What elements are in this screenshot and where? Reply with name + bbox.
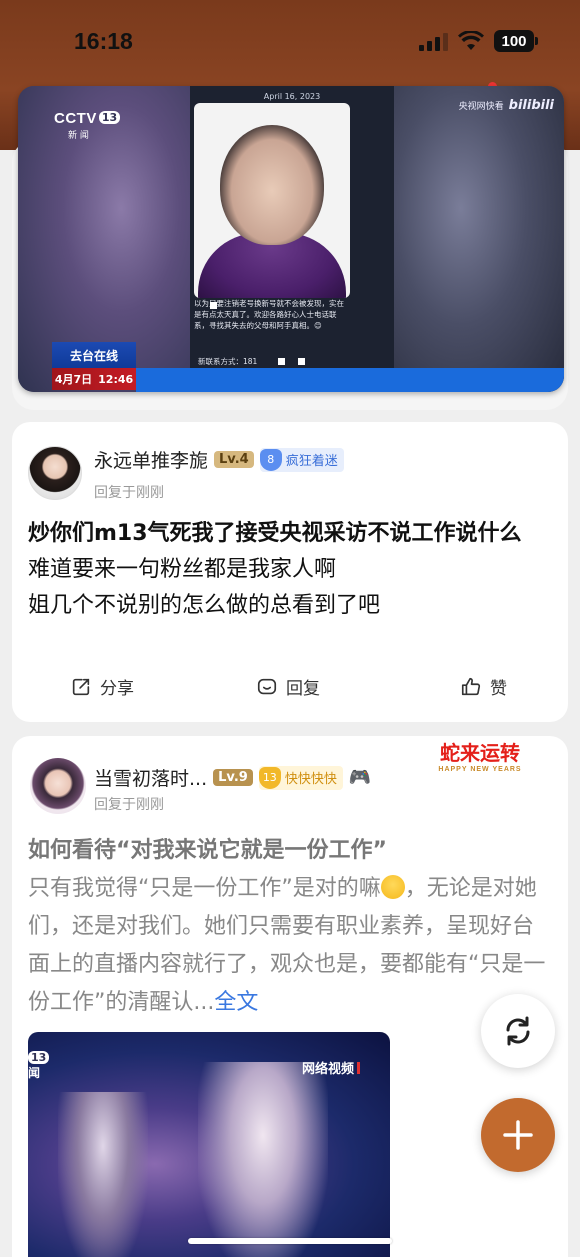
status-bar: 16:18 100 (0, 0, 580, 86)
like-label: 赞 (490, 679, 507, 699)
post-card: 当雪初落时... Lv.9 13 快快快快 🎮 回复于刚刚 蛇来运转 HAPPY… (12, 736, 568, 1257)
level-badge: Lv.4 (214, 451, 254, 468)
like-button[interactable]: 赞 (460, 674, 507, 699)
fan-title: 快快快快 (284, 772, 337, 787)
decoration-subtext: HAPPY NEW YEARS (438, 766, 522, 773)
post-title[interactable]: 如何看待“对我来说它就是一份工作” (28, 832, 387, 864)
comment-card: 永远单推李旎 Lv.4 8 疯狂着迷 回复于刚刚 炒你们m13气死我了接受央视采… (12, 422, 568, 722)
share-label: 分享 (100, 679, 134, 699)
top-video-player[interactable]: April 16, 2023 以为只要注销老号换新号就不会被发现，实在是有点太天… (18, 86, 564, 392)
video-phone-screenshot: April 16, 2023 以为只要注销老号换新号就不会被发现，实在是有点太天… (190, 86, 394, 368)
cctv-logo: CCTV 13 新 闻 (54, 108, 121, 141)
battery-indicator: 100 (494, 30, 538, 52)
plus-icon (503, 1120, 533, 1150)
video-source-label: 网络视频 (302, 1058, 360, 1077)
redaction-square (210, 302, 217, 309)
decoration-text: 蛇来运转 (440, 741, 520, 765)
broadcast-date: 4月7日 (54, 373, 93, 386)
post-body-text: 只有我觉得“只是一份工作”是对的嘛 (28, 876, 381, 901)
refresh-button[interactable] (481, 994, 555, 1068)
video-label: 网络视频 (301, 1062, 354, 1077)
fan-badge[interactable]: 8 疯狂着迷 (259, 447, 344, 472)
phone-contact: 新联系方式：181 (198, 357, 258, 366)
ticker-bar (136, 368, 564, 392)
comment-actions: 分享 回复 赞 (12, 674, 568, 706)
new-year-decoration: 蛇来运转 HAPPY NEW YEARS (428, 738, 532, 773)
portrait-head (220, 125, 324, 245)
post-user: 当雪初落时... Lv.9 13 快快快快 🎮 (94, 764, 371, 791)
cellular-signal-icon (419, 31, 448, 51)
source-label: 央视网快看 (458, 102, 504, 112)
reply-button[interactable]: 回复 (256, 674, 320, 699)
read-more-link[interactable]: 全文 (214, 990, 258, 1015)
broadcast-timestamp: 4月7日 12:46 (52, 368, 136, 390)
add-post-button[interactable] (481, 1098, 555, 1172)
share-icon (72, 678, 90, 695)
comment-line: 炒你们m13气死我了接受央视采访不说工作说什么 (28, 521, 522, 546)
comment-line: 姐几个不说别的怎么做的总看到了吧 (28, 593, 381, 618)
reply-label: 回复 (286, 679, 320, 699)
post-body[interactable]: 只有我觉得“只是一份工作”是对的嘛 ，无论是对她们，还是对我们。她们只需要有职业素… (28, 870, 548, 1022)
channel-name: CCTV (54, 110, 97, 127)
redaction-square (278, 358, 285, 365)
post-video-thumbnail[interactable]: 13 闻 网络视频 (28, 1032, 390, 1257)
phone-date: April 16, 2023 (263, 92, 321, 101)
broadcast-time: 12:46 (98, 372, 134, 386)
status-time: 16:18 (74, 28, 133, 54)
source-watermark: 央视网快看 bilibili (459, 98, 554, 113)
comment-user: 永远单推李旎 Lv.4 8 疯狂着迷 (94, 446, 344, 473)
reply-meta: 回复于刚刚 (94, 797, 164, 813)
blurred-figure (198, 1062, 328, 1257)
gamepad-icon: 🎮 (348, 767, 372, 788)
fan-shield-icon: 13 (258, 766, 281, 789)
thumbs-up-icon (461, 677, 481, 695)
fan-title: 疯狂着迷 (285, 454, 338, 469)
username[interactable]: 永远单推李旎 (94, 446, 208, 473)
channel-number: 13 (98, 111, 121, 124)
blurred-portrait (194, 103, 350, 298)
avatar[interactable] (28, 446, 82, 500)
grinning-emoji-icon (380, 875, 405, 899)
reply-meta: 回复于刚刚 (94, 485, 164, 501)
redaction-square (298, 358, 305, 365)
bilibili-logo: bilibili (508, 98, 554, 113)
cctv-logo: 13 闻 (28, 1050, 50, 1081)
lower-third-title: 去台在线 (52, 342, 136, 368)
channel-number: 13 (28, 1051, 50, 1064)
reply-icon (257, 678, 277, 694)
channel-sub: 新 闻 (68, 131, 89, 141)
status-icons: 100 (419, 30, 538, 52)
fan-shield-icon: 8 (259, 448, 282, 471)
comment-line: 难道要来一句粉丝都是我家人啊 (28, 557, 337, 582)
channel-sub: 闻 (28, 1066, 41, 1080)
share-button[interactable]: 分享 (70, 674, 134, 699)
blurred-figure (58, 1092, 148, 1257)
refresh-icon (506, 1016, 530, 1046)
avatar[interactable] (30, 758, 86, 814)
fan-badge[interactable]: 13 快快快快 (258, 765, 343, 790)
username[interactable]: 当雪初落时... (94, 764, 207, 791)
home-indicator[interactable] (188, 1238, 392, 1244)
wifi-icon (458, 31, 484, 50)
comment-text[interactable]: 炒你们m13气死我了接受央视采访不说工作说什么 难道要来一句粉丝都是我家人啊 姐… (28, 516, 548, 624)
level-badge: Lv.9 (213, 769, 253, 786)
video-blurred-right (392, 86, 564, 392)
